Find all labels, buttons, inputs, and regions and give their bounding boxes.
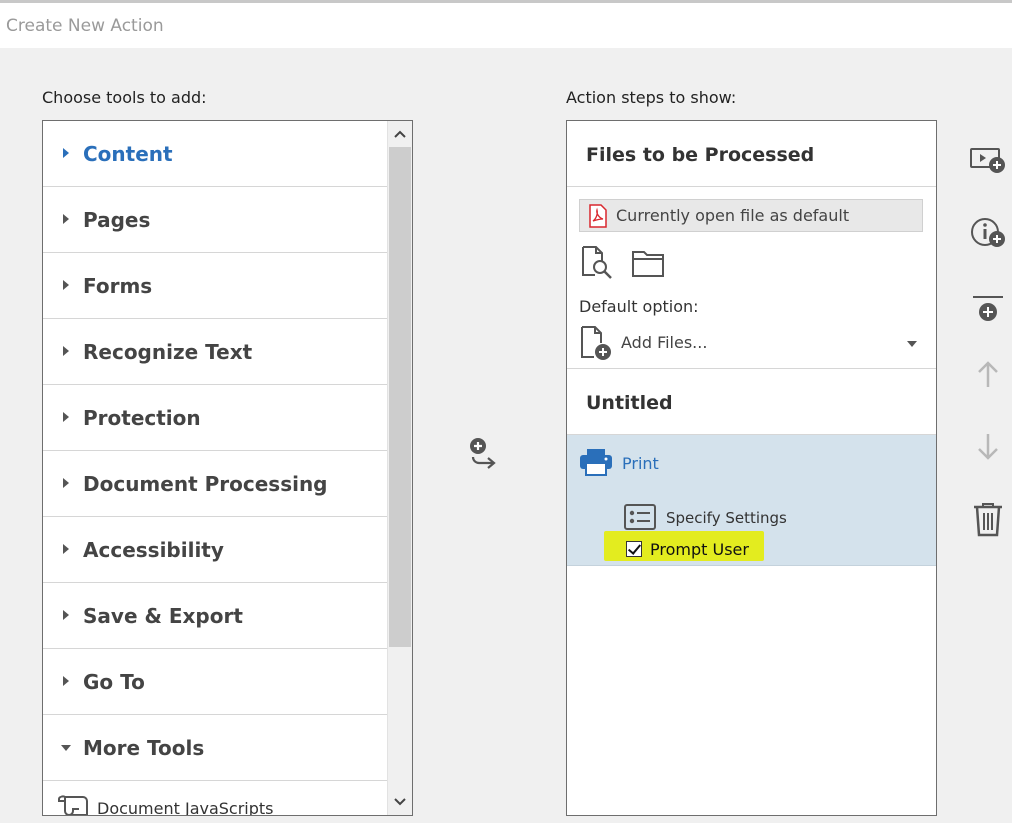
browse-files-button[interactable] — [580, 245, 614, 283]
tool-group-pages[interactable]: Pages — [43, 187, 387, 253]
prompt-user-label: Prompt User — [650, 540, 749, 559]
files-heading: Files to be Processed — [586, 144, 815, 166]
add-info-icon — [971, 218, 1005, 247]
action-steps-label: Action steps to show: — [566, 88, 737, 107]
tool-group-document-processing[interactable]: Document Processing — [43, 451, 387, 517]
checkmark-icon — [627, 541, 642, 555]
tool-list: Content Pages Forms Recognize Text Prote… — [43, 121, 387, 816]
tool-group-content[interactable]: Content — [43, 121, 387, 187]
file-source-label: Currently open file as default — [616, 206, 850, 225]
specify-settings-label[interactable]: Specify Settings — [666, 509, 787, 527]
tool-group-accessibility[interactable]: Accessibility — [43, 517, 387, 583]
untitled-heading: Untitled — [586, 392, 673, 414]
tool-group-label: Forms — [83, 274, 153, 298]
action-steps-panel: Files to be Processed Currently open fil… — [566, 120, 937, 816]
printer-icon — [579, 447, 613, 481]
step-label: Print — [622, 454, 659, 473]
move-down-button[interactable] — [968, 429, 1008, 465]
title-bar: Create New Action — [0, 0, 1012, 48]
expand-arrow-icon — [63, 280, 69, 290]
expand-arrow-icon — [63, 478, 69, 488]
tool-group-label: Document Processing — [83, 472, 328, 496]
tool-group-label: Recognize Text — [83, 340, 253, 364]
collapse-arrow-icon — [61, 745, 71, 751]
default-option-dropdown[interactable]: Add Files... — [579, 325, 925, 361]
scroll-up-button[interactable] — [388, 121, 412, 147]
script-icon — [57, 789, 93, 815]
delete-button[interactable] — [968, 500, 1008, 537]
tool-group-label: Accessibility — [83, 538, 224, 562]
add-to-steps-button[interactable] — [465, 435, 499, 471]
file-source-field[interactable]: Currently open file as default — [579, 199, 923, 232]
move-down-icon — [978, 434, 998, 460]
chevron-down-icon — [394, 798, 406, 806]
settings-icon[interactable] — [624, 504, 656, 534]
insert-stop-icon — [973, 296, 1003, 321]
prompt-user-checkbox[interactable] — [626, 541, 642, 557]
dropdown-caret-icon — [907, 341, 917, 347]
action-step-print[interactable]: Print Specify Settings Prompt User — [567, 435, 936, 566]
delete-icon — [974, 503, 1002, 537]
move-up-icon — [978, 361, 998, 387]
tool-group-label: Go To — [83, 670, 145, 694]
tool-group-save-export[interactable]: Save & Export — [43, 583, 387, 649]
choose-tools-label: Choose tools to add: — [42, 88, 207, 107]
tool-group-label: Save & Export — [83, 604, 243, 628]
window-title: Create New Action — [6, 16, 164, 36]
add-media-icon — [970, 148, 1005, 173]
tool-document-javascripts[interactable]: Document JavaScripts — [43, 781, 387, 816]
expand-arrow-icon — [63, 346, 69, 356]
tools-panel: Content Pages Forms Recognize Text Prote… — [42, 120, 413, 816]
tool-group-label: Pages — [83, 208, 151, 232]
add-step-icon — [470, 438, 496, 469]
scroll-down-button[interactable] — [388, 789, 412, 815]
tool-group-more-tools[interactable]: More Tools — [43, 715, 387, 781]
divider — [567, 186, 936, 187]
browse-folder-button[interactable] — [631, 248, 665, 282]
expand-arrow-icon — [63, 544, 69, 554]
insert-stop-button[interactable] — [968, 292, 1008, 328]
expand-arrow-icon — [63, 214, 69, 224]
add-info-button[interactable] — [968, 215, 1008, 251]
expand-arrow-icon — [63, 148, 69, 158]
tool-group-label: Content — [83, 142, 173, 166]
scroll-thumb[interactable] — [389, 147, 411, 647]
default-option-label: Default option: — [579, 297, 699, 316]
chevron-up-icon — [394, 130, 406, 138]
tool-group-recognize-text[interactable]: Recognize Text — [43, 319, 387, 385]
expand-arrow-icon — [63, 610, 69, 620]
pdf-file-icon — [588, 204, 608, 232]
file-search-icon — [582, 246, 612, 279]
tool-group-protection[interactable]: Protection — [43, 385, 387, 451]
tool-group-forms[interactable]: Forms — [43, 253, 387, 319]
add-media-button[interactable] — [968, 143, 1008, 179]
tool-group-go-to[interactable]: Go To — [43, 649, 387, 715]
divider — [567, 368, 936, 369]
move-up-button[interactable] — [968, 356, 1008, 392]
expand-arrow-icon — [63, 676, 69, 686]
add-file-icon — [581, 326, 611, 360]
default-option-value: Add Files... — [621, 333, 708, 352]
tool-group-label: More Tools — [83, 736, 205, 760]
expand-arrow-icon — [63, 412, 69, 422]
folder-icon — [632, 251, 664, 277]
tool-label: Document JavaScripts — [97, 799, 274, 816]
tool-group-label: Protection — [83, 406, 201, 430]
tools-scrollbar[interactable] — [387, 121, 412, 815]
